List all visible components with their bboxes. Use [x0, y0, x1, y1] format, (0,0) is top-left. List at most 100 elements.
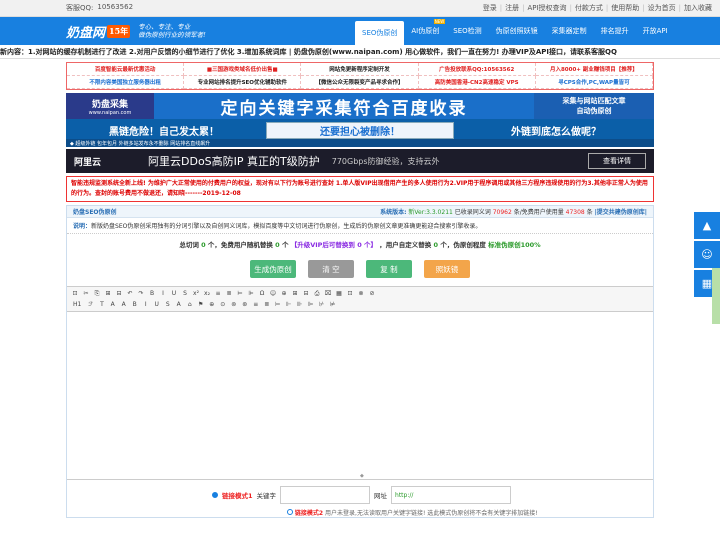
row1-button[interactable]: ⊞: [290, 289, 300, 299]
row2-button[interactable]: ≣: [262, 300, 272, 310]
row1-button[interactable]: ↶: [125, 289, 135, 299]
logo[interactable]: 奶盘网 15年 专心、专注、专业 做伪原创行业的领军者!: [66, 22, 206, 41]
nav-seo-rewrite[interactable]: SEO伪原创: [355, 21, 405, 45]
side-strip[interactable]: [712, 268, 720, 324]
row1-button[interactable]: ⊗: [356, 289, 366, 299]
size-select[interactable]: T: [97, 300, 107, 310]
nav-label: SEO检测: [453, 27, 482, 35]
row1-button[interactable]: ≣: [224, 289, 234, 299]
ad-link[interactable]: 网站免更新程序定制开发: [301, 63, 419, 76]
row2-button[interactable]: ⊩: [284, 300, 294, 310]
font-select[interactable]: ℱ: [85, 300, 96, 310]
collector-banner[interactable]: 奶盘采集 www.naipan.com 定向关键字采集符合百度收录 采集与网站匹…: [66, 93, 654, 119]
row2-button[interactable]: ⊛: [240, 300, 250, 310]
row2-button[interactable]: A: [174, 300, 184, 310]
login-link[interactable]: 登录: [483, 3, 497, 13]
row2-button[interactable]: ⊫: [306, 300, 316, 310]
api-auth-link[interactable]: API授权查询: [527, 3, 566, 13]
row1-button[interactable]: x²: [191, 289, 201, 299]
qq-chat-icon[interactable]: ☺: [694, 241, 720, 268]
mirror-button[interactable]: 照妖镜: [424, 260, 470, 278]
resize-grip-icon[interactable]: ◆: [360, 473, 364, 479]
add-favorite-link[interactable]: 加入收藏: [684, 3, 712, 13]
row1-button[interactable]: ⊡: [345, 289, 355, 299]
row1-button[interactable]: ⎙: [312, 289, 322, 299]
row2-button[interactable]: ≡: [251, 300, 261, 310]
row1-button[interactable]: ↷: [136, 289, 146, 299]
ad-link[interactable]: 月入8000+ 副业赚钱项目【推荐】: [535, 63, 653, 76]
aliyun-banner[interactable]: 阿里云 阿里云DDoS高防IP 真正的T级防护 770Gbps防御经验，支持云外…: [66, 149, 654, 173]
submit-library-link[interactable]: |提交共建伪原创库|: [595, 209, 647, 216]
row2-button[interactable]: ⌂: [185, 300, 195, 310]
row2-button[interactable]: ⊪: [295, 300, 305, 310]
row1-button[interactable]: ☺: [268, 289, 278, 299]
nav-collector[interactable]: 采集器定制: [545, 17, 594, 45]
row2-button[interactable]: ⊚: [229, 300, 239, 310]
row1-button[interactable]: ⊕: [279, 289, 289, 299]
row2-button[interactable]: B: [130, 300, 140, 310]
link-mode-2-radio[interactable]: [287, 509, 293, 515]
content-editor[interactable]: ◆: [67, 312, 653, 480]
row1-button[interactable]: ⎘: [92, 289, 102, 299]
row2-button[interactable]: U: [152, 300, 162, 310]
clear-button[interactable]: 清 空: [308, 260, 354, 278]
slogan-line1: 专心、专注、专业: [138, 23, 191, 31]
row1-button[interactable]: ⊫: [246, 289, 256, 299]
aliyun-title: 阿里云DDoS高防IP 真正的T级防护: [148, 155, 320, 168]
row2-button[interactable]: ⚑: [196, 300, 206, 310]
link-mode-1-radio[interactable]: [212, 492, 218, 498]
heading-select[interactable]: H1: [70, 300, 84, 310]
backlink-banner[interactable]: 黑链危险！自己发太累！ 还要担心被删除！ 外链到底怎么做呢？: [66, 119, 654, 139]
row1-button[interactable]: ≡: [213, 289, 223, 299]
ad-link[interactable]: 不限内容美国独立服务器出租: [67, 76, 185, 89]
vip-hint[interactable]: 【升级VIP后可替换到 0 个】: [291, 241, 377, 249]
nav-ranking[interactable]: 排名提升: [594, 17, 636, 45]
row2-button[interactable]: ⊨: [273, 300, 283, 310]
row2-button[interactable]: ⊬: [317, 300, 327, 310]
row2-button[interactable]: ⊙: [218, 300, 228, 310]
row2-button[interactable]: S: [163, 300, 173, 310]
ad-link[interactable]: 百度智能云最新优惠活动: [67, 63, 185, 76]
row1-button[interactable]: Ω: [257, 289, 267, 299]
aliyun-details-button[interactable]: 查看详情: [588, 153, 646, 169]
row2-button[interactable]: A: [108, 300, 118, 310]
row1-button[interactable]: ⊞: [103, 289, 113, 299]
ad-link[interactable]: ■三国游戏类域名低价出售■: [184, 63, 302, 76]
nav-open-api[interactable]: 开放API: [636, 17, 675, 45]
row2-button[interactable]: I: [141, 300, 151, 310]
row1-button[interactable]: S: [180, 289, 190, 299]
row2-button[interactable]: ⊕: [207, 300, 217, 310]
row1-button[interactable]: U: [169, 289, 179, 299]
row2-button[interactable]: A: [119, 300, 129, 310]
row1-button[interactable]: ✂: [81, 289, 91, 299]
back-to-top-icon[interactable]: ▲: [694, 212, 720, 239]
row1-button[interactable]: B: [147, 289, 157, 299]
payment-link[interactable]: 付款方式: [575, 3, 603, 13]
ad-link[interactable]: 专业网站排名提升SEO优化辅助软件: [184, 76, 302, 89]
nav-ai-rewrite[interactable]: AI伪原创 NEW: [404, 17, 446, 45]
nav-seo-check[interactable]: SEO检测: [446, 17, 488, 45]
row1-button[interactable]: ⊟: [301, 289, 311, 299]
row1-button[interactable]: ⊨: [235, 289, 245, 299]
row1-button[interactable]: ⌧: [323, 289, 333, 299]
nav-mirror[interactable]: 伪原创照妖镜: [489, 17, 545, 45]
help-link[interactable]: 使用帮助: [611, 3, 639, 13]
row1-button[interactable]: x₂: [202, 289, 212, 299]
keyword-input[interactable]: [280, 486, 371, 504]
register-link[interactable]: 注册: [505, 3, 519, 13]
ad-link[interactable]: 高防美国香港-CN2高速稳定 VPS: [418, 76, 536, 89]
row1-button[interactable]: I: [158, 289, 168, 299]
row1-button[interactable]: ⊟: [114, 289, 124, 299]
row1-button[interactable]: ⊘: [367, 289, 377, 299]
ad-link[interactable]: 【微信公众无限裂变产品寻求合作】: [301, 76, 419, 89]
set-homepage-link[interactable]: 设为首页: [648, 3, 676, 13]
generate-button[interactable]: 生成伪原创: [250, 260, 296, 278]
count-text: 个，伪原创程度: [440, 241, 486, 249]
ad-link[interactable]: 广告投放联系QQ:10563562: [418, 63, 536, 76]
url-input[interactable]: [391, 486, 512, 504]
row1-button[interactable]: ▦: [334, 289, 344, 299]
row1-button[interactable]: ⊡: [70, 289, 80, 299]
ad-link[interactable]: 寻CPS合作,PC,WAP量皆可: [535, 76, 653, 89]
row2-button[interactable]: ⊭: [328, 300, 338, 310]
copy-button[interactable]: 复 制: [366, 260, 412, 278]
